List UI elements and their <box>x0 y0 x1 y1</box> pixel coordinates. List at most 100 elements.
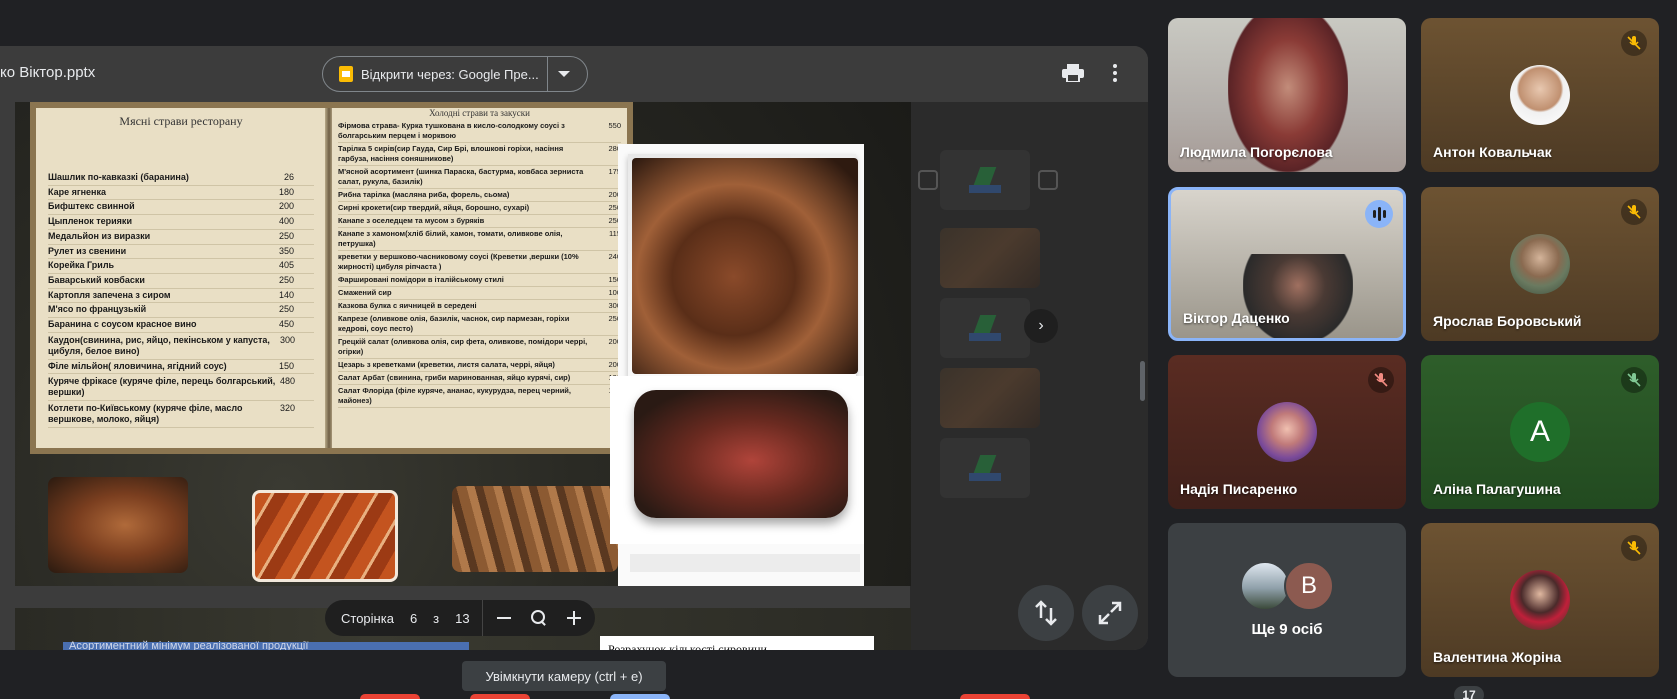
page-of-label: з <box>433 610 440 626</box>
steak-photo <box>634 390 848 518</box>
leave-call-button[interactable] <box>960 694 1030 699</box>
open-with-divider <box>546 56 548 92</box>
chevron-down-icon[interactable] <box>557 71 570 77</box>
menu-item-price: 480 <box>280 376 296 387</box>
page-label: Сторінка <box>341 610 394 626</box>
page-current-input[interactable]: 6 <box>410 611 417 626</box>
menu-item: Медальйон из виразки 250 <box>48 230 314 245</box>
menu-item-name: Цыпленок терияки <box>48 216 132 227</box>
avatar: A <box>1510 402 1570 462</box>
menu-item-price: 405 <box>278 260 294 271</box>
drive-photo-thumb[interactable] <box>940 368 1040 428</box>
avatar-stack: B <box>1240 561 1340 611</box>
drive-file-thumb[interactable] <box>940 298 1030 358</box>
more-options-icon[interactable] <box>1110 62 1120 84</box>
menu-item: Шашлик по-кавказкі (баранина) 26 <box>48 171 314 186</box>
zoom-icon[interactable] <box>530 610 547 626</box>
zoom-in-icon[interactable] <box>566 611 581 625</box>
menu-item-name: Рулет из свенини <box>48 245 127 256</box>
grilled-slices-photo <box>252 490 398 582</box>
menu-item-price: 250 <box>278 230 294 241</box>
participant-tile[interactable]: Людмила Погорєлова <box>1168 18 1406 172</box>
menu-item: Смажений сир 100 <box>338 287 621 300</box>
avatar <box>1510 570 1570 630</box>
menu-item: Рулет из свенини 350 <box>48 245 314 260</box>
card-caption-bar <box>630 554 860 572</box>
menu-item: Капрезе (оливкове олія, базилік, часнок,… <box>338 313 621 336</box>
file-name: ко Віктор.pptx <box>0 64 96 81</box>
menu-item: Корейка Гриль 405 <box>48 259 314 274</box>
menu-item-name: Шашлик по-кавказкі (баранина) <box>48 172 189 182</box>
next-slide-box: Розрахунок кількості сировини <box>600 636 874 650</box>
participant-video <box>1243 254 1353 338</box>
menu-item: Тарілка 5 сирів(сир Гауда, Сир Брі, влош… <box>338 143 621 166</box>
camera-tool-icon[interactable] <box>918 170 938 190</box>
menu-item-price: 550 <box>608 121 621 130</box>
participant-tile[interactable]: Ярослав Боровський <box>1421 187 1659 341</box>
next-page-button[interactable]: › <box>1024 309 1058 343</box>
speaking-indicator-icon <box>1365 200 1393 228</box>
participant-name: Надія Писаренко <box>1180 481 1298 497</box>
participant-tile[interactable]: Антон Ковальчак <box>1421 18 1659 172</box>
menu-item: М'ясо по французькій 250 <box>48 303 314 319</box>
control-button[interactable] <box>470 694 530 699</box>
participant-count-badge[interactable]: 17 <box>1454 686 1484 699</box>
drive-file-thumb[interactable] <box>940 438 1030 498</box>
menu-item: Канапе з хамоном(хліб білий, хамон, тома… <box>338 228 621 251</box>
avatar <box>1510 234 1570 294</box>
participant-name: Ярослав Боровський <box>1433 313 1582 329</box>
menu-item: Казкова булка с яичницей в середені 300 <box>338 300 621 313</box>
menu-item-name: Грецкій салат (оливкова олія, сир фета, … <box>338 337 588 356</box>
steak-photo-frame <box>610 376 864 544</box>
menu-item-name: Корейка Гриль <box>48 260 115 271</box>
avatar <box>1510 65 1570 125</box>
zoom-out-icon[interactable] <box>496 617 511 619</box>
scrollbar[interactable] <box>1140 361 1145 401</box>
menu-item-name: Баранина с соусом красное вино <box>48 319 197 330</box>
menu-item-name: Куряче фрікасе (куряче філе, перець болг… <box>48 376 276 398</box>
menu-left-page: Мясні страви ресторану Шашлик по-кавказк… <box>36 108 326 448</box>
camera-tooltip: Увімкнути камеру (ctrl + e) <box>462 661 666 691</box>
menu-item-price: 150 <box>278 360 294 371</box>
fullscreen-button[interactable] <box>1082 585 1138 641</box>
participant-name: Валентина Жоріна <box>1433 649 1562 665</box>
open-with-button[interactable]: Відкрити через: Google Пре... <box>322 56 588 92</box>
participant-tile[interactable]: Надія Писаренко <box>1168 355 1406 509</box>
menu-item: Каудон(свинина, рис, яйцо, пекінськом у … <box>48 333 314 360</box>
menu-item: Цезарь з креветками (креветки, листя сал… <box>338 359 621 372</box>
more-participants-tile[interactable]: B Ще 9 осіб <box>1168 523 1406 677</box>
drive-side-panel <box>910 102 1148 650</box>
menu-item-name: Цезарь з креветками (креветки, листя сал… <box>338 360 555 369</box>
google-slides-icon <box>339 66 353 82</box>
menu-item-name: Філе мільйон( яловичина, ягідний соус) <box>48 360 227 371</box>
print-icon[interactable] <box>1062 64 1084 82</box>
drive-file-thumb[interactable] <box>940 150 1030 210</box>
participant-tile[interactable]: A Аліна Палагушина <box>1421 355 1659 509</box>
menu-item-name: Картопля запечена з сиром <box>48 289 171 300</box>
pager-divider <box>481 600 483 636</box>
menu-item: Баранина с соусом красное вино 450 <box>48 318 314 333</box>
mic-off-icon <box>1621 367 1647 393</box>
menu-item: Картопля запечена з сиром 140 <box>48 289 314 304</box>
menu-item: Каре ягненка 180 <box>48 186 314 201</box>
gear-icon[interactable] <box>1038 170 1058 190</box>
menu-item-name: Баварський ковбаски <box>48 274 145 285</box>
roast-photo <box>48 477 188 573</box>
mic-off-icon <box>1621 535 1647 561</box>
menu-item: Цыпленок терияки 400 <box>48 215 314 230</box>
menu-item-name: Котлети по-Київському (куряче філе, масл… <box>48 403 243 425</box>
drive-photo-thumb[interactable] <box>940 228 1040 288</box>
participant-tile[interactable]: Валентина Жоріна <box>1421 523 1659 677</box>
control-button[interactable] <box>360 694 420 699</box>
control-button[interactable] <box>610 694 670 699</box>
menu-item-price: 200 <box>278 201 294 212</box>
avatar: B <box>1284 561 1334 611</box>
meeting-controls-bar <box>360 694 1060 699</box>
menu-item-name: М'ясо по французькій <box>48 304 147 315</box>
swap-layout-button[interactable] <box>1018 585 1074 641</box>
participant-name: Віктор Даценко <box>1183 310 1290 326</box>
meat-rolls-photo <box>452 486 618 572</box>
menu-item: Сирні крокети(сир твердий, яйця, борошно… <box>338 202 621 215</box>
participant-tile-active[interactable]: Віктор Даценко <box>1168 187 1406 341</box>
drive-logo-icon <box>969 455 1001 481</box>
